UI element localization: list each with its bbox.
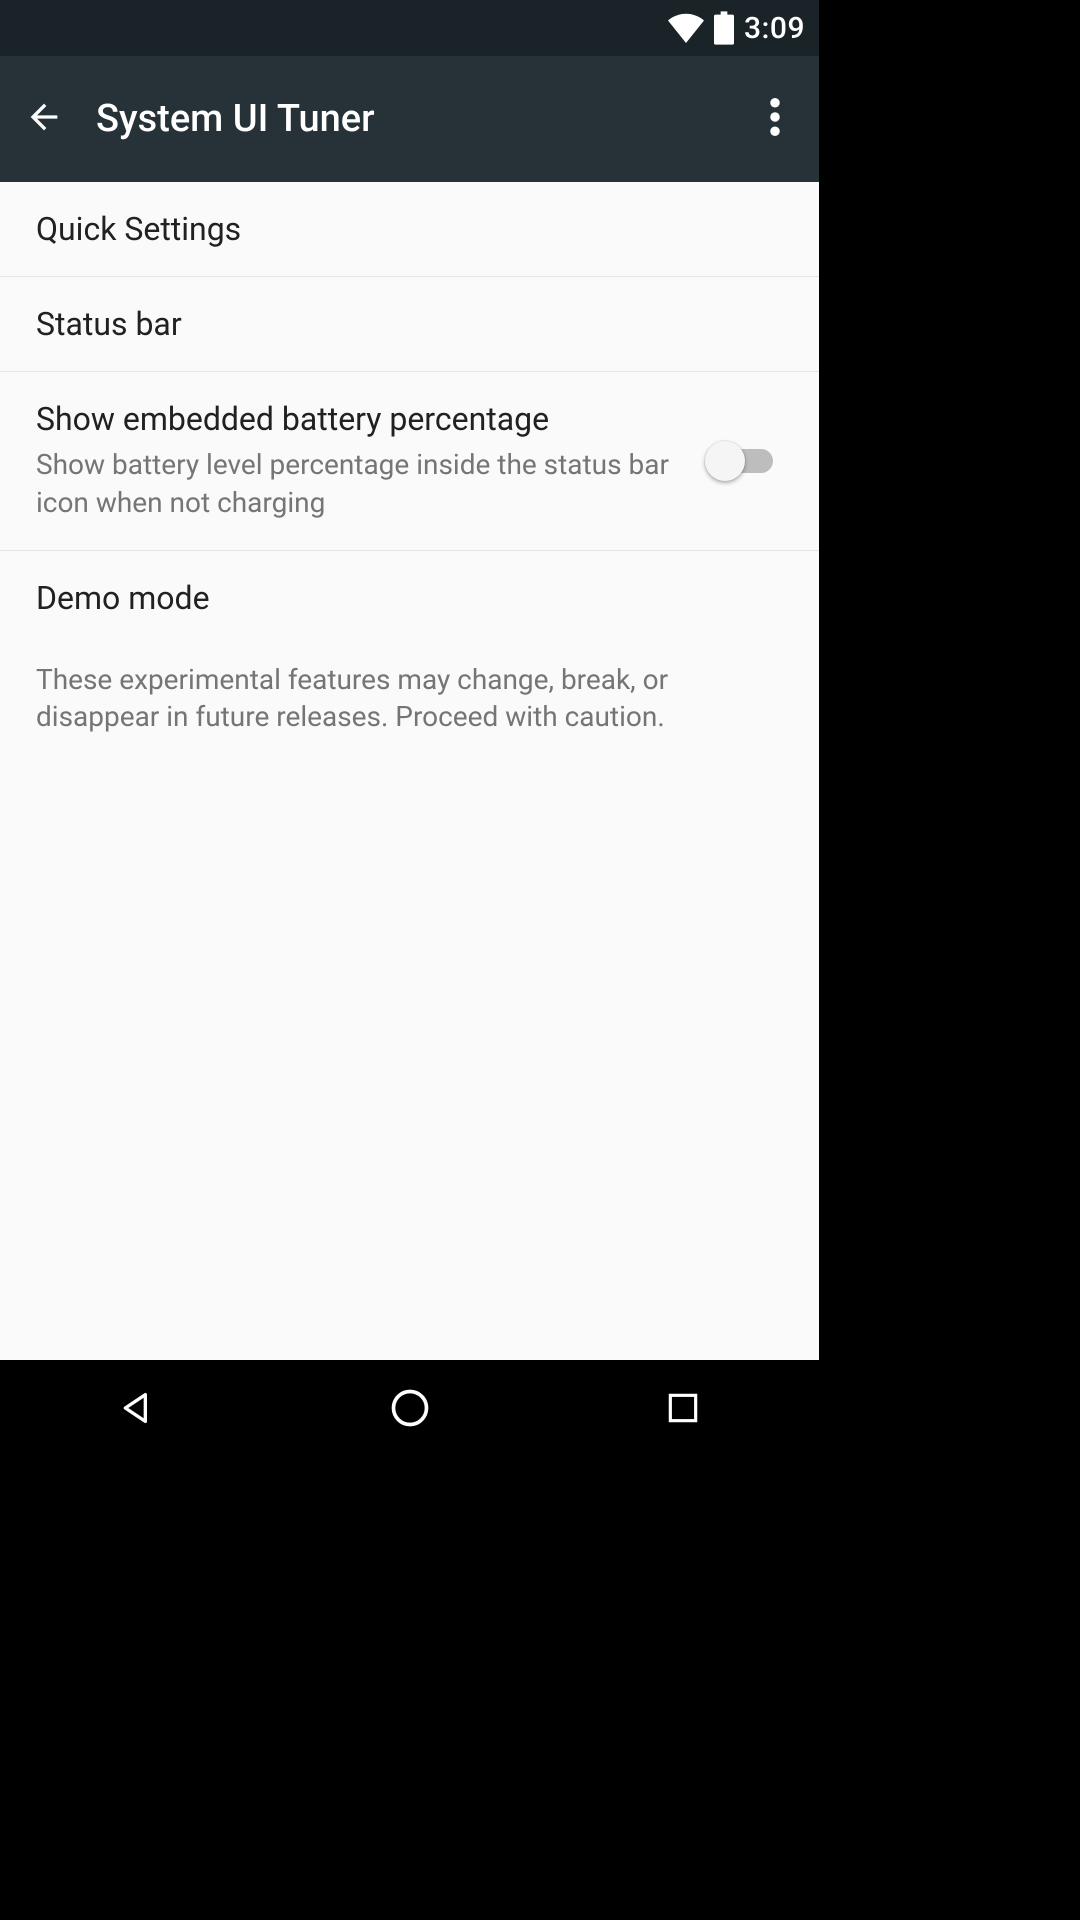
footer-text: These experimental features may change, … xyxy=(36,661,783,737)
settings-list[interactable]: Quick Settings Status bar Show embedded … xyxy=(0,182,819,1360)
row-title: Show embedded battery percentage xyxy=(36,400,687,438)
more-vert-icon xyxy=(770,98,780,140)
nav-recents-button[interactable] xyxy=(623,1378,743,1438)
row-title: Status bar xyxy=(36,305,783,343)
navigation-bar xyxy=(0,1360,819,1456)
overflow-menu-button[interactable] xyxy=(751,95,799,143)
row-status-bar[interactable]: Status bar xyxy=(0,277,819,372)
row-title: Quick Settings xyxy=(36,210,783,248)
nav-home-button[interactable] xyxy=(350,1378,470,1438)
nav-back-button[interactable] xyxy=(77,1378,197,1438)
row-title: Demo mode xyxy=(36,579,783,617)
clock-text: 3:09 xyxy=(744,11,805,46)
row-battery-percentage[interactable]: Show embedded battery percentage Show ba… xyxy=(0,372,819,551)
row-quick-settings[interactable]: Quick Settings xyxy=(0,182,819,277)
switch-thumb xyxy=(705,441,745,481)
screen: 3:09 System UI Tuner Quick Settings Stat… xyxy=(0,0,819,1456)
circle-home-icon xyxy=(388,1386,432,1430)
triangle-back-icon xyxy=(117,1388,157,1428)
battery-percentage-toggle[interactable] xyxy=(711,441,783,481)
row-subtitle: Show battery level percentage inside the… xyxy=(36,446,687,522)
system-status-bar: 3:09 xyxy=(0,0,819,56)
back-button[interactable] xyxy=(20,95,68,143)
row-demo-mode[interactable]: Demo mode xyxy=(0,551,819,645)
wifi-icon xyxy=(668,13,704,43)
arrow-back-icon xyxy=(24,97,64,141)
app-bar-title: System UI Tuner xyxy=(96,97,751,141)
battery-icon xyxy=(714,11,734,45)
footer-note: These experimental features may change, … xyxy=(0,645,819,765)
app-bar: System UI Tuner xyxy=(0,56,819,182)
square-recents-icon xyxy=(664,1389,702,1427)
